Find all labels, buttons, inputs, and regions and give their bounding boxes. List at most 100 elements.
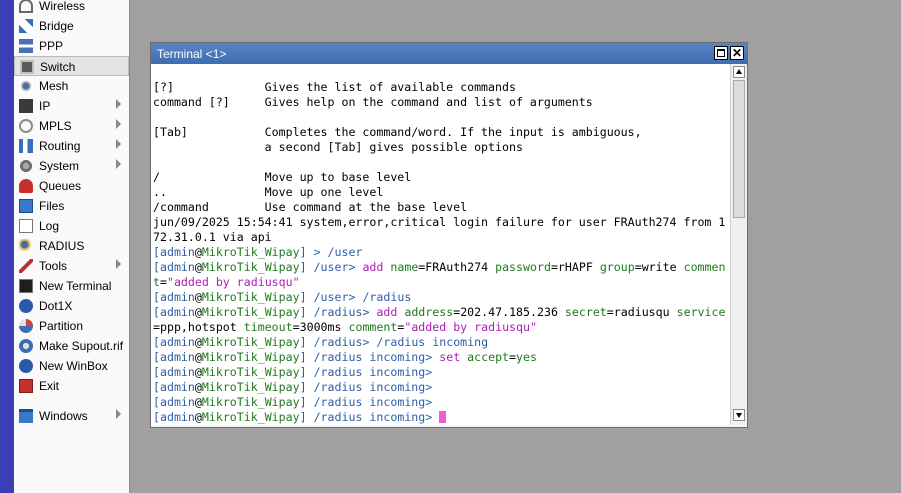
menu-item-label: System — [39, 159, 80, 173]
terminal-titlebar[interactable]: Terminal <1> ✕ — [151, 43, 747, 64]
terminal-line: [admin@MikroTik_Wipay] /radius incoming> — [153, 365, 433, 379]
dot1x-icon — [19, 299, 33, 313]
scroll-up-arrow-icon[interactable] — [733, 66, 745, 78]
maximize-button[interactable] — [714, 46, 728, 60]
menu-item-bridge[interactable]: Bridge — [14, 16, 129, 36]
menu-item-new-terminal[interactable]: New Terminal — [14, 276, 129, 296]
menu-item-exit[interactable]: Exit — [14, 376, 129, 396]
terminal-line: [admin@MikroTik_Wipay] /user> add name=F… — [153, 260, 726, 274]
menu-item-label: Tools — [39, 259, 68, 273]
terminal-line: [?] Gives the list of available commands — [153, 80, 516, 94]
submenu-arrow-icon — [116, 139, 121, 149]
ppp-icon — [19, 39, 33, 53]
queues-icon — [19, 179, 33, 193]
terminal-icon — [19, 279, 33, 293]
terminal-line: [admin@MikroTik_Wipay] /radius> add addr… — [153, 305, 726, 319]
text-cursor — [439, 411, 447, 423]
menu-item-tools[interactable]: Tools — [14, 256, 129, 276]
menu-item-ip[interactable]: IP — [14, 96, 129, 116]
terminal-line: /command Use command at the base level — [153, 200, 468, 214]
menu-item-mpls[interactable]: MPLS — [14, 116, 129, 136]
menu-item-new-winbox[interactable]: New WinBox — [14, 356, 129, 376]
menu-item-label: Wireless — [39, 0, 86, 13]
terminal-line: 72.31.0.1 via api — [153, 230, 272, 244]
window-title: Terminal <1> — [157, 47, 227, 61]
menu-item-label: Log — [39, 219, 60, 233]
terminal-line: a second [Tab] gives possible options — [153, 140, 523, 154]
submenu-arrow-icon — [116, 99, 121, 109]
sidebar-stripe — [0, 0, 14, 493]
menu-item-ppp[interactable]: PPP — [14, 36, 129, 56]
files-icon — [19, 199, 33, 213]
menu-item-radius[interactable]: RADIUS — [14, 236, 129, 256]
menu-item-label: Bridge — [39, 19, 74, 33]
terminal-line: jun/09/2025 15:54:41 system,error,critic… — [153, 215, 726, 229]
ip-icon — [19, 99, 33, 113]
menu-item-queues[interactable]: Queues — [14, 176, 129, 196]
menu-item-label: IP — [39, 99, 51, 113]
terminal-line: t="added by radiusqu" — [153, 275, 300, 289]
system-icon — [19, 159, 33, 173]
partition-icon — [19, 319, 33, 333]
menu-item-routing[interactable]: Routing — [14, 136, 129, 156]
menu-item-make-supout-rif[interactable]: Make Supout.rif — [14, 336, 129, 356]
menu-item-label: New Terminal — [39, 279, 112, 293]
close-button[interactable]: ✕ — [730, 46, 744, 60]
terminal-line: [admin@MikroTik_Wipay] /radius incoming>… — [153, 350, 537, 364]
submenu-arrow-icon — [116, 119, 121, 129]
menu-item-label: Switch — [40, 60, 76, 74]
windows-icon — [19, 409, 33, 423]
main-menu: Wireless Bridge PPP Switch Mesh IP MPLS Routing… — [14, 0, 130, 493]
mesh-icon — [19, 79, 33, 93]
terminal-line: [admin@MikroTik_Wipay] /radius> /radius … — [153, 335, 489, 349]
menu-item-label: Mesh — [39, 79, 69, 93]
scroll-thumb[interactable] — [733, 80, 745, 218]
menu-item-label: Files — [39, 199, 65, 213]
menu-item-dot1x[interactable]: Dot1X — [14, 296, 129, 316]
terminal-window: Terminal <1> ✕ [?] Gives the list of ava… — [150, 42, 748, 428]
radius-icon — [19, 239, 33, 253]
supout-icon — [19, 339, 33, 353]
menu-item-partition[interactable]: Partition — [14, 316, 129, 336]
menu-item-label: Routing — [39, 139, 81, 153]
routing-icon — [19, 139, 33, 153]
terminal-line: [admin@MikroTik_Wipay] > /user — [153, 245, 363, 259]
submenu-arrow-icon — [116, 159, 121, 169]
menu-item-log[interactable]: Log — [14, 216, 129, 236]
menu-item-label: Dot1X — [39, 299, 73, 313]
terminal-line: [Tab] Completes the command/word. If the… — [153, 125, 642, 139]
submenu-arrow-icon — [116, 259, 121, 269]
menu-item-files[interactable]: Files — [14, 196, 129, 216]
terminal-line: [admin@MikroTik_Wipay] /user> /radius — [153, 290, 412, 304]
menu-item-mesh[interactable]: Mesh — [14, 76, 129, 96]
menu-item-system[interactable]: System — [14, 156, 129, 176]
menu-item-label: Partition — [39, 319, 84, 333]
terminal-output[interactable]: [?] Gives the list of available commands… — [151, 64, 730, 425]
terminal-line: .. Move up one level — [153, 185, 384, 199]
submenu-arrow-icon — [116, 409, 121, 419]
tools-icon — [19, 259, 33, 273]
terminal-line: =ppp,hotspot timeout=3000ms comment="add… — [153, 320, 537, 334]
log-icon — [19, 219, 33, 233]
switch-icon — [20, 60, 34, 74]
menu-item-label: MPLS — [39, 119, 72, 133]
menu-item-label: Queues — [39, 179, 82, 193]
mpls-icon — [19, 119, 33, 133]
terminal-line: / Move up to base level — [153, 170, 412, 184]
menu-item-label: RADIUS — [39, 239, 85, 253]
bridge-icon — [19, 19, 33, 33]
vertical-scrollbar[interactable] — [730, 64, 747, 425]
menu-item-label: New WinBox — [39, 359, 108, 373]
scroll-down-arrow-icon[interactable] — [733, 409, 745, 421]
terminal-line: [admin@MikroTik_Wipay] /radius incoming> — [153, 395, 433, 409]
menu-item-label: Exit — [39, 379, 60, 393]
menu-item-label: PPP — [39, 39, 64, 53]
menu-item-switch[interactable]: Switch — [14, 56, 129, 76]
menu-item-label: Make Supout.rif — [39, 339, 124, 353]
terminal-line: command [?] Gives help on the command an… — [153, 95, 593, 109]
terminal-line: [admin@MikroTik_Wipay] /radius incoming> — [153, 380, 433, 394]
menu-item-wireless[interactable]: Wireless — [14, 0, 129, 16]
wireless-icon — [19, 0, 33, 13]
menu-item-windows[interactable]: Windows — [14, 406, 129, 426]
exit-icon — [19, 379, 33, 393]
